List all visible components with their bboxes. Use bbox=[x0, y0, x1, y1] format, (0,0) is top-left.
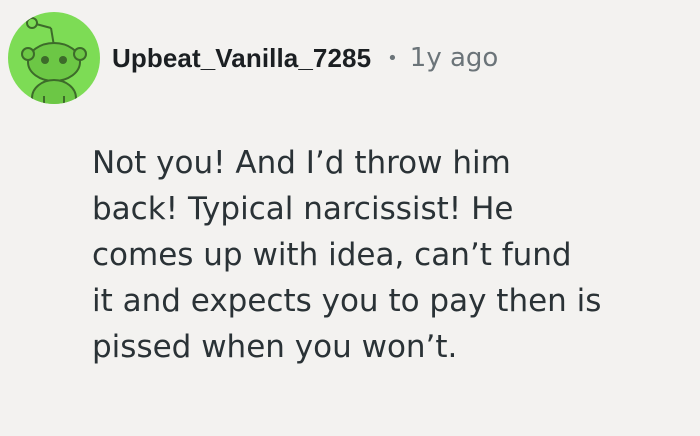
author-username[interactable]: Upbeat_Vanilla_7285 bbox=[112, 43, 371, 74]
comment-body: Not you! And I’d throw him back! Typical… bbox=[92, 145, 602, 365]
comment-timestamp[interactable]: 1y ago bbox=[410, 43, 499, 73]
snoo-avatar-icon bbox=[21, 17, 87, 104]
meta-separator: • bbox=[387, 47, 398, 69]
comment-header: Upbeat_Vanilla_7285 • 1y ago bbox=[8, 12, 498, 104]
user-avatar[interactable] bbox=[8, 12, 100, 104]
